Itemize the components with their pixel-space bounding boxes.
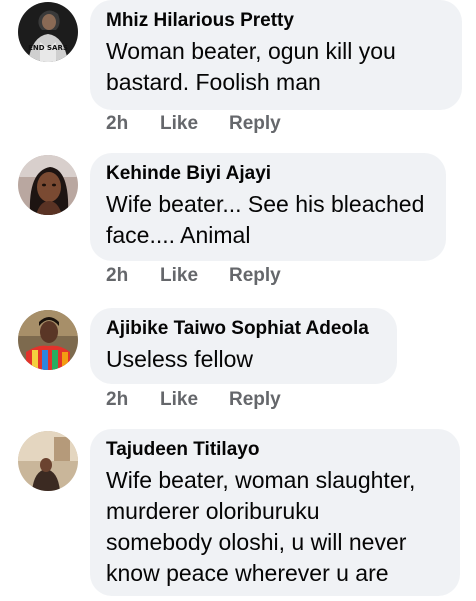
comment-text: Useless fellow — [106, 346, 253, 372]
reply-button[interactable]: Reply — [229, 113, 281, 135]
comment-author[interactable]: Tajudeen Titilayo — [106, 438, 444, 462]
like-button[interactable]: Like — [160, 113, 229, 135]
comment-thread: END SARS Mhiz Hilarious Pretty Woman bea… — [0, 0, 476, 601]
like-button[interactable]: Like — [160, 265, 229, 287]
avatar[interactable] — [18, 155, 78, 215]
comment-text: Wife beater, woman slaughter, murderer o… — [106, 467, 416, 586]
avatar[interactable] — [18, 310, 78, 370]
comment-actions: 2h Like Reply — [106, 389, 281, 411]
avatar[interactable]: END SARS — [18, 2, 78, 62]
comment-text: Wife beater... See his bleached face....… — [106, 191, 425, 248]
comment-actions: 2h Like Reply — [106, 113, 281, 135]
comment-bubble: Tajudeen Titilayo Wife beater, woman sla… — [90, 429, 460, 596]
comment-bubble: Mhiz Hilarious Pretty Woman beater, ogun… — [90, 0, 462, 110]
comment-bubble: Ajibike Taiwo Sophiat Adeola Useless fel… — [90, 308, 397, 384]
comment-author[interactable]: Kehinde Biyi Ajayi — [106, 162, 430, 186]
reply-button[interactable]: Reply — [229, 389, 281, 411]
comment-author[interactable]: Ajibike Taiwo Sophiat Adeola — [106, 317, 381, 341]
comment-actions: 2h Like Reply — [106, 265, 281, 287]
like-button[interactable]: Like — [160, 389, 229, 411]
comment-text: Woman beater, ogun kill you bastard. Foo… — [106, 38, 396, 95]
comment-timestamp[interactable]: 2h — [106, 389, 160, 411]
avatar[interactable] — [18, 431, 78, 491]
comment-author[interactable]: Mhiz Hilarious Pretty — [106, 9, 446, 33]
reply-button[interactable]: Reply — [229, 265, 281, 287]
comment-bubble: Kehinde Biyi Ajayi Wife beater... See hi… — [90, 153, 446, 261]
comment-timestamp[interactable]: 2h — [106, 113, 160, 135]
comment-timestamp[interactable]: 2h — [106, 265, 160, 287]
avatar-caption: END SARS — [28, 44, 68, 52]
